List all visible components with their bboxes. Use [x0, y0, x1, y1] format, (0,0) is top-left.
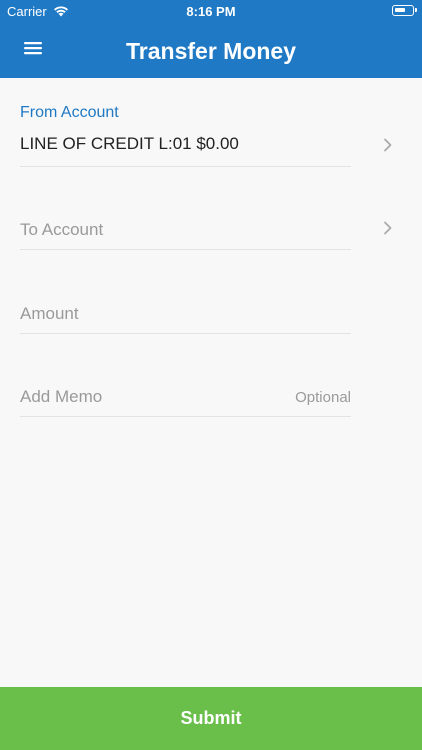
battery-icon — [392, 5, 417, 16]
to-account-field[interactable]: To Account — [20, 218, 351, 250]
app-header: Carrier 8:16 PM Transfer Money — [0, 0, 422, 78]
amount-field[interactable]: Amount — [20, 302, 351, 334]
from-account-label: From Account — [20, 104, 119, 121]
page-title: Transfer Money — [126, 38, 296, 64]
battery-tip — [415, 8, 417, 12]
submit-button[interactable]: Submit — [0, 687, 422, 750]
status-bar: Carrier 8:16 PM — [0, 0, 422, 22]
to-account-placeholder: To Account — [20, 220, 104, 239]
to-account-chevron-icon[interactable] — [383, 221, 393, 235]
status-time: 8:16 PM — [186, 4, 236, 19]
memo-field[interactable]: Add Memo Optional — [20, 385, 351, 417]
from-account-chevron-icon[interactable] — [383, 138, 393, 152]
nav-bar: Transfer Money — [0, 22, 422, 78]
from-account-field[interactable]: From Account LINE OF CREDIT L:01 $0.00 — [20, 104, 351, 167]
memo-optional-label: Optional — [295, 389, 351, 406]
amount-placeholder: Amount — [20, 304, 79, 323]
battery-level — [395, 8, 405, 12]
memo-placeholder: Add Memo — [20, 387, 103, 406]
from-account-value: LINE OF CREDIT L:01 $0.00 — [20, 134, 239, 153]
